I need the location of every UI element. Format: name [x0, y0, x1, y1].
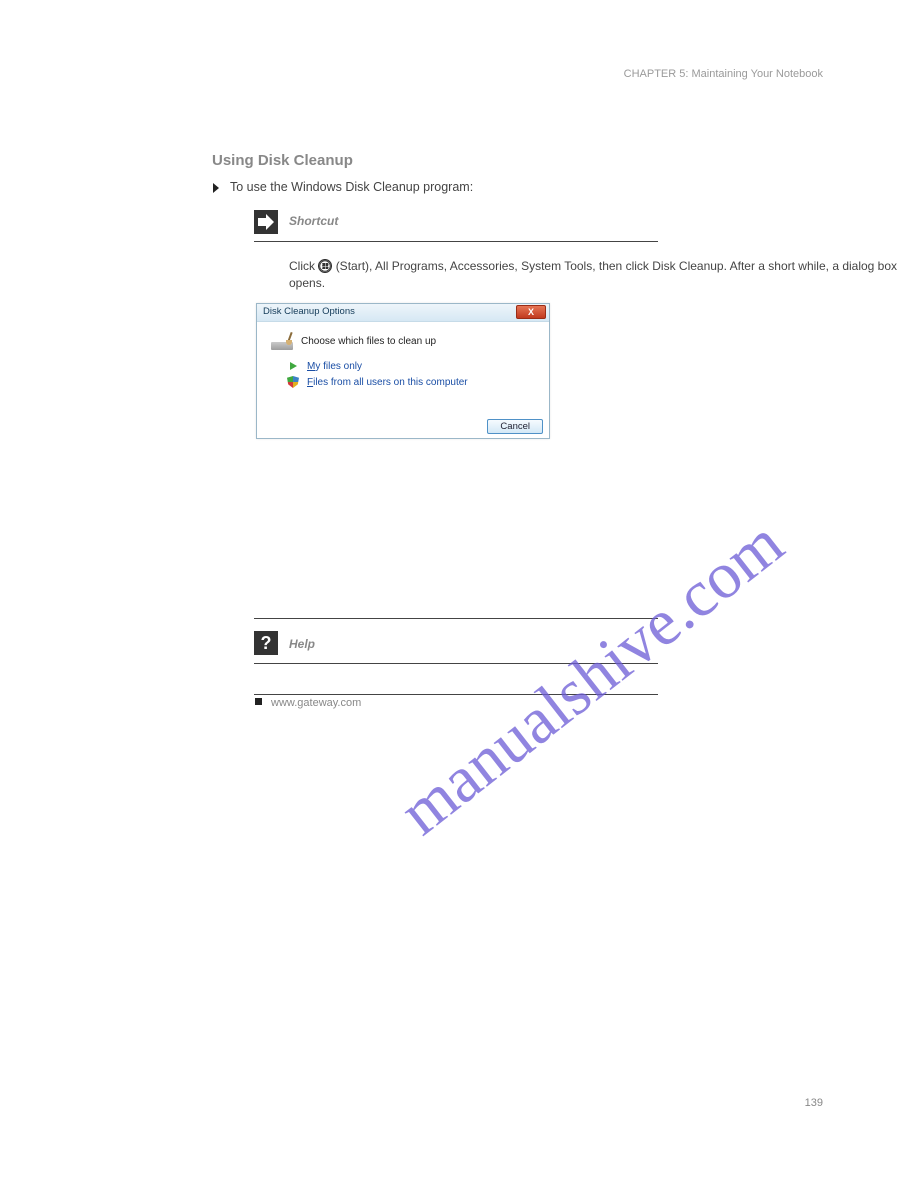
divider-line [254, 241, 658, 242]
cancel-button[interactable]: Cancel [487, 419, 543, 434]
square-bullet-icon [255, 698, 262, 705]
uac-shield-icon [287, 376, 299, 388]
section-heading: Using Disk Cleanup [212, 152, 353, 169]
instruction-text-before: Click [289, 259, 318, 273]
shortcut-arrow-icon [254, 210, 278, 234]
shortcut-icon [254, 210, 278, 234]
disk-cleanup-dialog: Disk Cleanup Options X Choose which file… [256, 303, 550, 439]
windows-start-icon [318, 259, 332, 276]
disk-broom-icon [271, 332, 293, 350]
instruction-text-after: (Start), All Programs, Accessories, Syst… [289, 259, 897, 290]
watermark-text: manualshive.com [386, 505, 798, 850]
green-arrow-icon [287, 360, 299, 372]
close-button[interactable]: X [516, 305, 546, 319]
help-icon: ? [254, 631, 278, 655]
files-all-users-link[interactable]: Files from all users on this computer [307, 377, 468, 388]
page-number: 139 [805, 1097, 823, 1109]
help-label: Help [289, 637, 315, 651]
procedure-subheading: To use the Windows Disk Cleanup program: [230, 180, 473, 194]
chapter-title: CHAPTER 5: Maintaining Your Notebook [624, 68, 823, 80]
instruction-line: Click (Start), All Programs, Accessories… [289, 259, 918, 290]
footer-url: www.gateway.com [271, 697, 361, 709]
divider-line [254, 663, 658, 664]
dialog-choose-text: Choose which files to clean up [301, 336, 436, 347]
my-files-only-link[interactable]: My files only [307, 361, 362, 372]
dialog-titlebar: Disk Cleanup Options X [257, 304, 549, 322]
right-triangle-icon [213, 183, 219, 193]
divider-line [254, 694, 658, 695]
divider-line [254, 618, 658, 619]
dialog-title: Disk Cleanup Options [263, 306, 355, 317]
shortcut-label: Shortcut [289, 214, 338, 228]
